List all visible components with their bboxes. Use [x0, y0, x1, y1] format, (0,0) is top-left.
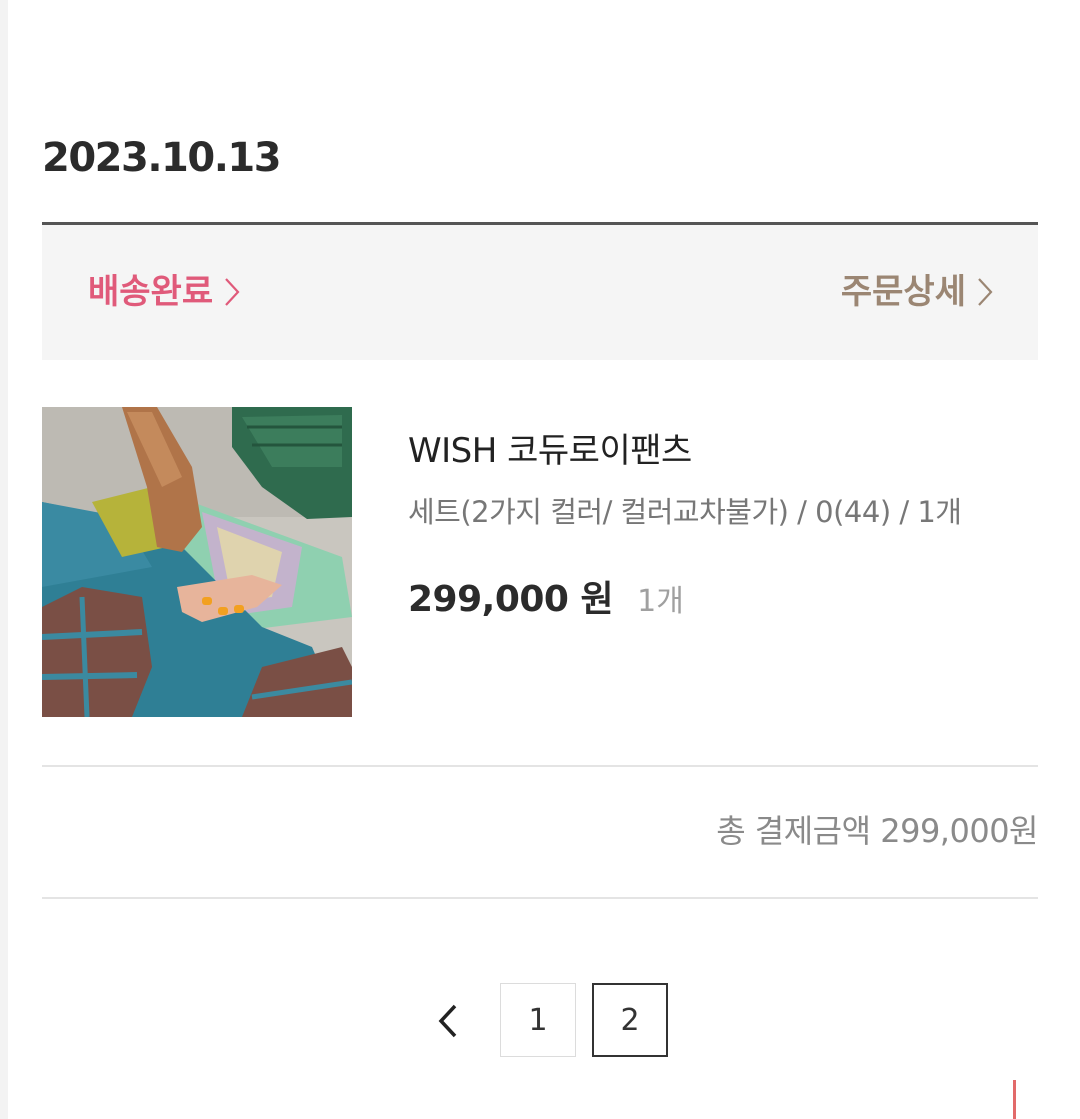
product-name[interactable]: WISH 코듀로이팬츠 [408, 426, 692, 476]
page-edge [0, 0, 8, 1119]
total-payment: 총 결제금액 299,000원 [716, 812, 1038, 850]
page-button-2[interactable]: 2 [592, 983, 668, 1057]
chevron-right-icon [223, 276, 241, 308]
chevron-right-icon [976, 276, 994, 308]
order-detail-label: 주문상세 [840, 272, 966, 312]
product-thumbnail[interactable] [42, 407, 352, 717]
chevron-left-icon[interactable] [430, 1000, 466, 1042]
page-button-1[interactable]: 1 [500, 983, 576, 1057]
order-status-bar: 배송완료 주문상세 [42, 225, 1038, 360]
product-price: 299,000 원 [408, 579, 614, 620]
delivery-status-link[interactable]: 배송완료 [88, 269, 241, 315]
product-option: 세트(2가지 컬러/ 컬러교차불가) / 0(44) / 1개 [408, 495, 962, 529]
product-price-row: 299,000 원 1개 [408, 570, 684, 622]
scroll-indicator [1013, 1080, 1016, 1119]
divider [42, 765, 1038, 767]
divider [42, 897, 1038, 899]
delivery-status-label: 배송완료 [88, 272, 214, 312]
order-date: 2023.10.13 [42, 135, 282, 181]
order-detail-link[interactable]: 주문상세 [841, 269, 994, 315]
product-quantity: 1개 [637, 584, 684, 619]
